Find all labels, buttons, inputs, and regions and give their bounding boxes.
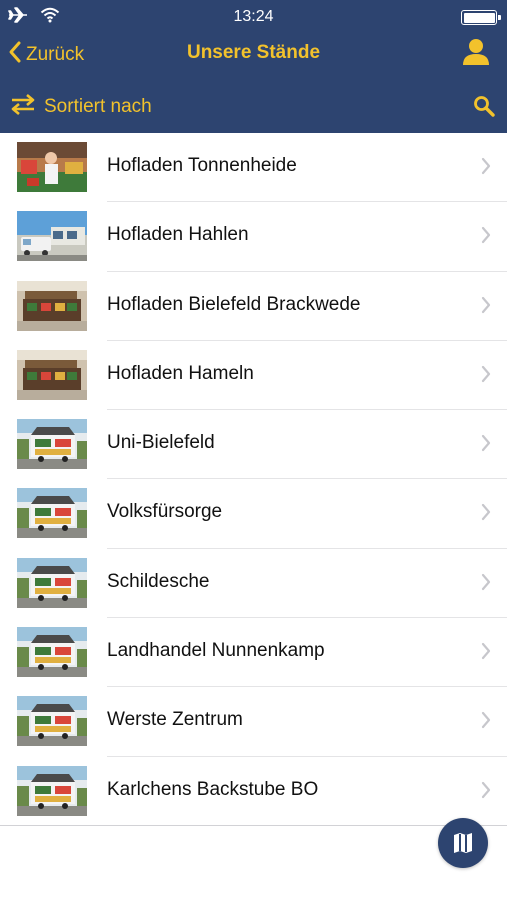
sort-toolbar: Sortiert nach xyxy=(0,80,507,133)
stand-name: Volksfürsorge xyxy=(107,501,223,523)
chevron-right-icon xyxy=(481,296,491,319)
chevron-right-icon xyxy=(481,642,491,665)
stand-thumbnail xyxy=(17,419,87,470)
page-title: Unsere Stände xyxy=(186,42,321,63)
battery-level xyxy=(463,12,495,23)
swap-arrows-icon xyxy=(10,93,36,121)
stand-thumbnail xyxy=(17,627,87,678)
navigation-bar: Zurück Unsere Stände xyxy=(0,34,507,80)
user-icon xyxy=(461,39,491,71)
stand-thumbnail xyxy=(17,488,87,539)
search-button[interactable] xyxy=(473,95,495,122)
stand-name: Uni-Bielefeld xyxy=(107,432,215,454)
chevron-right-icon xyxy=(481,365,491,388)
chevron-right-icon xyxy=(481,711,491,734)
stand-name: Schildesche xyxy=(107,570,210,592)
list-item[interactable]: Hofladen Tonnenheide xyxy=(0,133,507,203)
list-item[interactable]: Landhandel Nunnenkamp xyxy=(0,618,507,688)
stand-thumbnail xyxy=(17,696,87,747)
stand-name: Werste Zentrum xyxy=(107,709,243,731)
search-icon xyxy=(473,96,495,121)
stand-name: Hofladen Hameln xyxy=(107,362,254,384)
profile-button[interactable] xyxy=(461,37,491,72)
stand-name: Landhandel Nunnenkamp xyxy=(107,640,325,662)
status-bar: 13:24 xyxy=(0,0,507,34)
chevron-right-icon xyxy=(481,781,491,804)
list-item[interactable]: Hofladen Hahlen xyxy=(0,202,507,272)
stand-name: Hofladen Hahlen xyxy=(107,224,249,246)
row-separator xyxy=(0,824,507,826)
list-item[interactable]: Uni-Bielefeld xyxy=(0,410,507,480)
chevron-right-icon xyxy=(481,157,491,180)
chevron-right-icon xyxy=(481,434,491,457)
stand-thumbnail xyxy=(17,211,87,262)
stand-thumbnail xyxy=(17,557,87,608)
stand-name: Hofladen Tonnenheide xyxy=(107,155,297,176)
list-item[interactable]: Werste Zentrum xyxy=(0,687,507,757)
list-item[interactable]: Hofladen Bielefeld Brackwede xyxy=(0,272,507,341)
battery-nub xyxy=(498,15,501,20)
stand-list: Hofladen Tonnenheide Hofladen Hahlen Hofla… xyxy=(0,133,507,826)
list-item[interactable]: Schildesche xyxy=(0,549,507,619)
sort-button[interactable]: Sortiert nach xyxy=(10,93,152,121)
list-item[interactable]: Volksfürsorge xyxy=(0,479,507,549)
list-item[interactable]: Hofladen Hameln xyxy=(0,341,507,411)
stand-thumbnail xyxy=(17,349,87,400)
stand-name: Karlchens Backstube BO xyxy=(107,778,319,800)
chevron-right-icon xyxy=(481,573,491,596)
sort-button-label: Sortiert nach xyxy=(44,96,152,117)
chevron-right-icon xyxy=(481,226,491,249)
stand-name: Hofladen Bielefeld Brackwede xyxy=(107,293,361,315)
stand-thumbnail xyxy=(17,142,87,192)
chevron-right-icon xyxy=(481,503,491,526)
status-time: 13:24 xyxy=(233,8,274,25)
list-item[interactable]: Karlchens Backstube BO xyxy=(0,757,507,826)
battery-icon xyxy=(461,10,501,25)
stand-thumbnail xyxy=(17,280,87,331)
stand-thumbnail xyxy=(17,765,87,816)
map-button[interactable] xyxy=(438,818,488,868)
